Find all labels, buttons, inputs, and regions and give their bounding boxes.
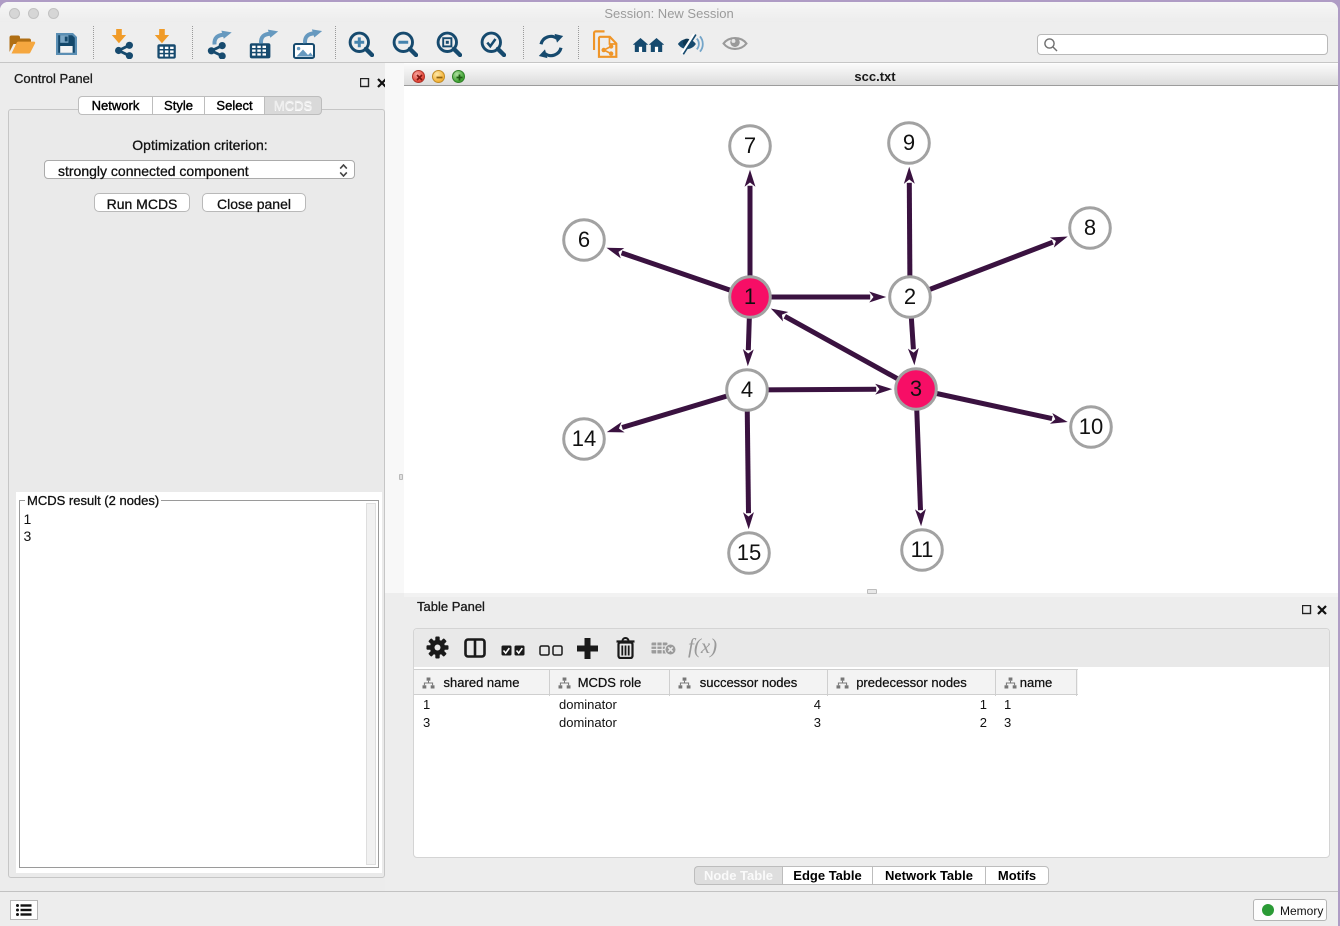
svg-text:15: 15 [737, 540, 761, 565]
svg-text:11: 11 [911, 537, 934, 562]
svg-text:2: 2 [904, 284, 916, 309]
svg-text:14: 14 [572, 426, 596, 451]
svg-text:3: 3 [910, 376, 922, 401]
svg-text:9: 9 [903, 130, 915, 155]
svg-text:6: 6 [578, 227, 590, 252]
svg-text:1: 1 [744, 284, 756, 309]
svg-text:7: 7 [744, 133, 756, 158]
svg-text:4: 4 [741, 377, 753, 402]
svg-text:10: 10 [1079, 414, 1103, 439]
svg-text:8: 8 [1084, 215, 1096, 240]
